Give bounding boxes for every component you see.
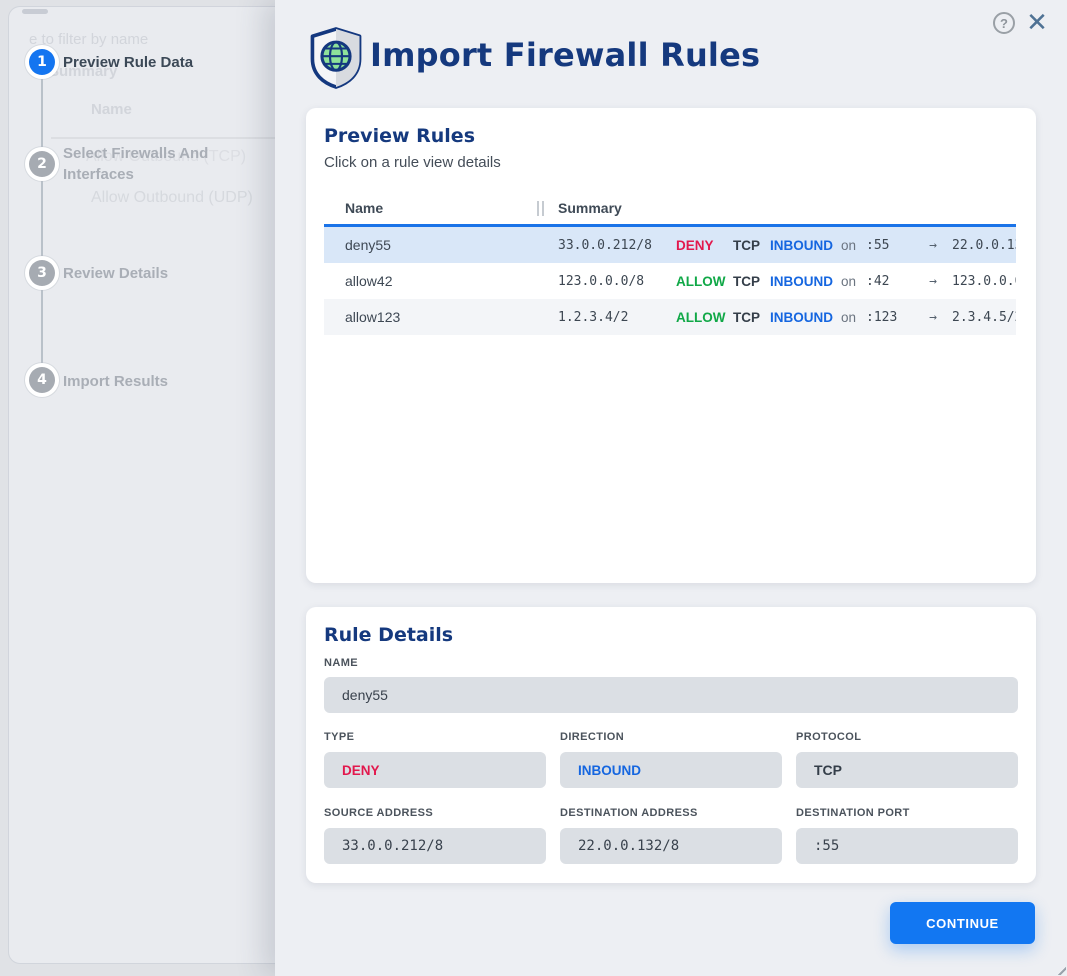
protocol-field-group: PROTOCOL TCP — [796, 731, 1018, 788]
wizard-step-4-label[interactable]: Import Results — [63, 371, 168, 392]
rule-port: :123 — [866, 310, 914, 325]
rule-destination: 123.0.0.0/8 — [952, 274, 1016, 289]
destination-address-field-group: DESTINATION ADDRESS 22.0.0.132/8 — [560, 807, 782, 864]
arrow-icon: → — [914, 238, 952, 253]
rule-protocol: TCP — [733, 238, 770, 253]
wizard-step-2-circle[interactable]: 2 — [25, 147, 59, 181]
wizard-step-2-number: 2 — [29, 151, 55, 177]
preview-rules-card: Preview Rules Click on a rule view detai… — [306, 108, 1036, 583]
ghost-name-text: Name — [91, 101, 132, 118]
rule-action: DENY — [676, 238, 733, 253]
type-field-label: TYPE — [324, 731, 546, 747]
source-address-field-group: SOURCE ADDRESS 33.0.0.212/8 — [324, 807, 546, 864]
rule-on-label: on — [841, 274, 866, 289]
direction-field-group: DIRECTION INBOUND — [560, 731, 782, 788]
wizard-step-4-number: 4 — [29, 367, 55, 393]
rule-name: deny55 — [324, 237, 537, 253]
source-address-field-label: SOURCE ADDRESS — [324, 807, 546, 823]
wizard-step-1-circle[interactable]: 1 — [25, 45, 59, 79]
rule-protocol: TCP — [733, 310, 770, 325]
wizard-step-3-number: 3 — [29, 260, 55, 286]
wizard-sidebar: e to filter by name Summary Name Allow O… — [8, 6, 275, 964]
shield-globe-icon — [307, 26, 365, 95]
rule-source: 33.0.0.212/8 — [558, 238, 676, 253]
window-resize-grip — [1057, 966, 1066, 975]
type-field-group: TYPE DENY — [324, 731, 546, 788]
rules-table-header: Name Summary — [324, 194, 1016, 222]
table-row-allow42[interactable]: allow42 123.0.0.0/8 ALLOW TCP INBOUND on… — [324, 263, 1016, 299]
rule-details-card: Rule Details NAME deny55 TYPE DENY DIREC… — [306, 607, 1036, 883]
wizard-step-3-label[interactable]: Review Details — [63, 263, 168, 284]
column-resize-handle[interactable] — [537, 201, 544, 216]
name-field-label: NAME — [324, 657, 358, 669]
rule-action: ALLOW — [676, 274, 733, 289]
rule-direction: INBOUND — [770, 274, 841, 289]
rules-table: Name Summary deny55 33.0.0.212/8 DENY TC… — [324, 194, 1016, 456]
type-field: DENY — [324, 752, 546, 788]
rule-destination: 2.3.4.5/2 — [952, 310, 1016, 325]
rule-name: allow42 — [324, 273, 537, 289]
rule-direction: INBOUND — [770, 310, 841, 325]
help-icon[interactable]: ? — [993, 12, 1015, 34]
destination-port-field-group: DESTINATION PORT :55 — [796, 807, 1018, 864]
destination-port-field: :55 — [796, 828, 1018, 864]
ghost-allow-udp-text: Allow Outbound (UDP) — [91, 189, 253, 207]
rule-on-label: on — [841, 238, 866, 253]
rule-summary: 1.2.3.4/2 ALLOW TCP INBOUND on :123 → 2.… — [537, 310, 1016, 325]
source-address-field: 33.0.0.212/8 — [324, 828, 546, 864]
column-header-name: Name — [324, 200, 537, 216]
preview-rules-subtitle: Click on a rule view details — [324, 154, 501, 171]
destination-port-field-label: DESTINATION PORT — [796, 807, 1018, 823]
continue-button[interactable]: CONTINUE — [890, 902, 1035, 944]
rule-source: 123.0.0.0/8 — [558, 274, 676, 289]
wizard-step-4-circle[interactable]: 4 — [25, 363, 59, 397]
ghost-scroll-pill — [22, 9, 48, 14]
column-header-summary: Summary — [544, 200, 622, 216]
ghost-divider — [51, 137, 277, 139]
wizard-step-2-label[interactable]: Select Firewalls And Interfaces — [63, 143, 248, 185]
table-row-deny55[interactable]: deny55 33.0.0.212/8 DENY TCP INBOUND on … — [324, 227, 1016, 263]
destination-address-field: 22.0.0.132/8 — [560, 828, 782, 864]
rule-direction: INBOUND — [770, 238, 841, 253]
preview-rules-title: Preview Rules — [324, 125, 475, 147]
rule-protocol: TCP — [733, 274, 770, 289]
rule-summary: 123.0.0.0/8 ALLOW TCP INBOUND on :42 → 1… — [537, 274, 1016, 289]
rule-action: ALLOW — [676, 310, 733, 325]
arrow-icon: → — [914, 310, 952, 325]
rule-name: allow123 — [324, 309, 537, 325]
modal-title: Import Firewall Rules — [370, 36, 760, 74]
direction-field: INBOUND — [560, 752, 782, 788]
rule-details-title: Rule Details — [324, 624, 453, 646]
import-firewall-rules-modal: Import Firewall Rules ? ✕ Preview Rules … — [275, 0, 1067, 976]
rule-summary: 33.0.0.212/8 DENY TCP INBOUND on :55 → 2… — [537, 238, 1016, 253]
wizard-step-1-number: 1 — [29, 49, 55, 75]
wizard-step-1-label[interactable]: Preview Rule Data — [63, 52, 193, 73]
table-row-allow123[interactable]: allow123 1.2.3.4/2 ALLOW TCP INBOUND on … — [324, 299, 1016, 335]
wizard-connector-line — [41, 63, 43, 387]
wizard-step-3-circle[interactable]: 3 — [25, 256, 59, 290]
protocol-field: TCP — [796, 752, 1018, 788]
name-field: deny55 — [324, 677, 1018, 713]
arrow-icon: → — [914, 274, 952, 289]
rule-port: :42 — [866, 274, 914, 289]
direction-field-label: DIRECTION — [560, 731, 782, 747]
rule-source: 1.2.3.4/2 — [558, 310, 676, 325]
close-icon[interactable]: ✕ — [1023, 8, 1051, 36]
rule-on-label: on — [841, 310, 866, 325]
destination-address-field-label: DESTINATION ADDRESS — [560, 807, 782, 823]
rule-destination: 22.0.0.132/8 — [952, 238, 1016, 253]
rule-port: :55 — [866, 238, 914, 253]
protocol-field-label: PROTOCOL — [796, 731, 1018, 747]
